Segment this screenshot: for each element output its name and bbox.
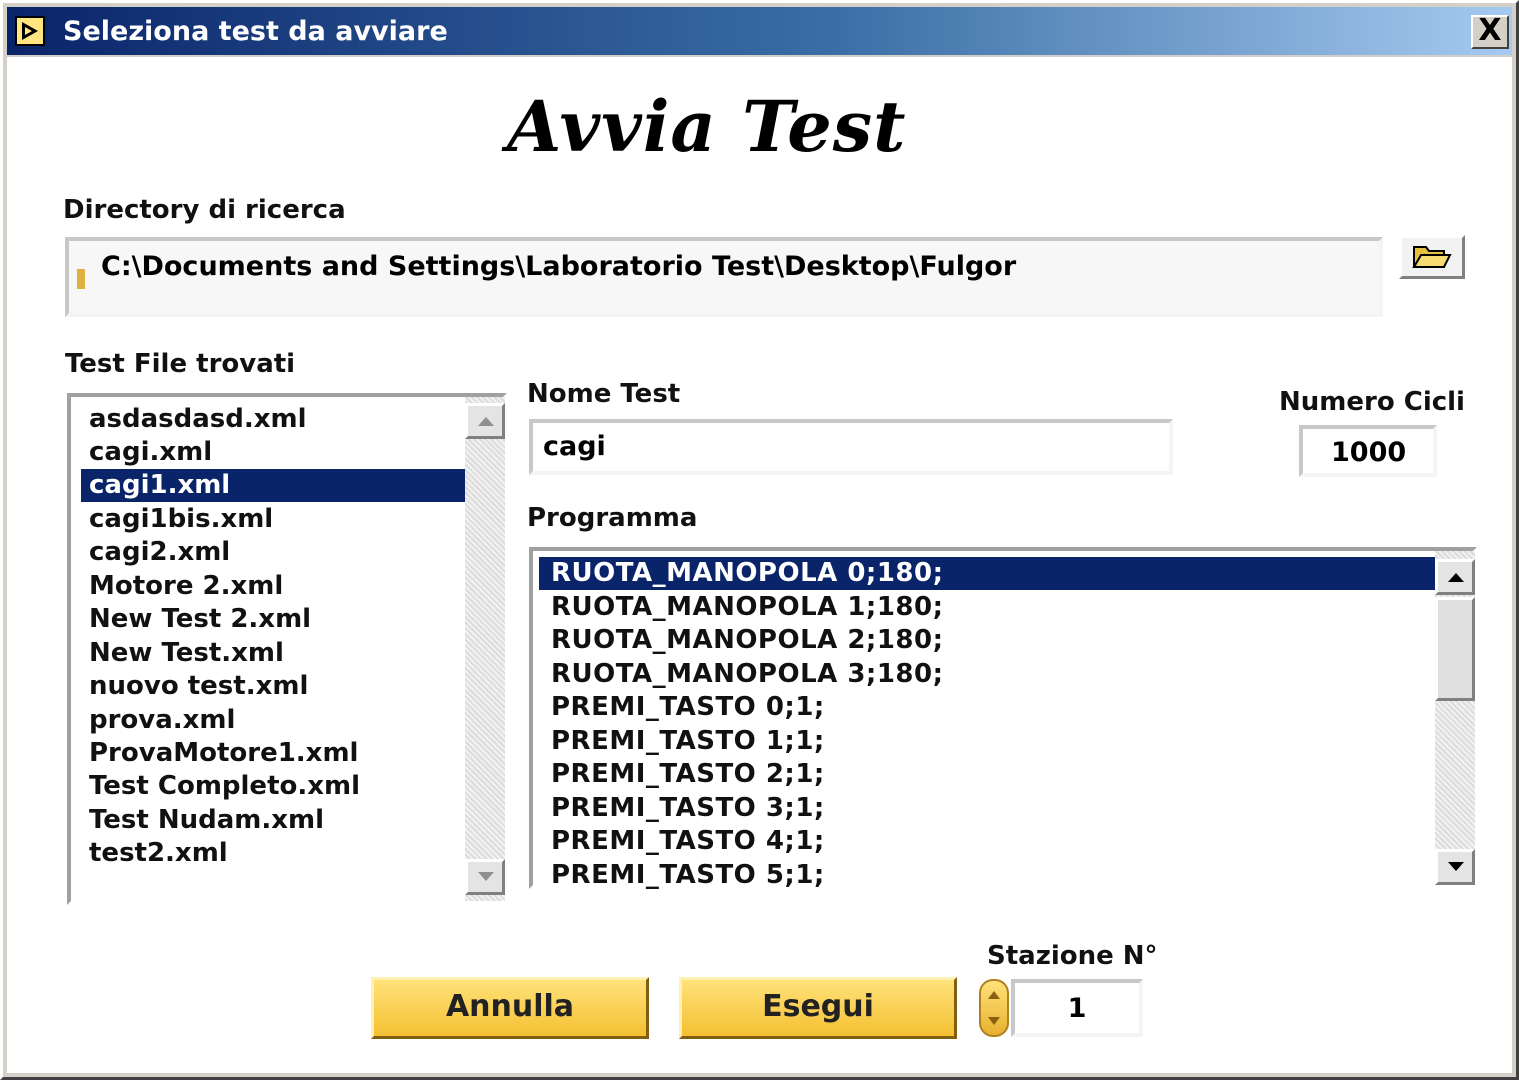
file-list-scrollbar[interactable] <box>465 397 505 901</box>
stazione-value: 1 <box>1067 993 1087 1024</box>
program-step[interactable]: RUOTA_MANOPOLA 3;180; <box>539 658 1435 691</box>
browse-folder-button[interactable] <box>1399 235 1465 279</box>
directory-path-field[interactable]: C:\Documents and Settings\Laboratorio Te… <box>65 237 1383 317</box>
program-step[interactable]: PREMI_TASTO 0;1; <box>539 691 1435 724</box>
scroll-thumb[interactable] <box>1435 597 1475 701</box>
list-item[interactable]: New Test 2.xml <box>81 603 467 636</box>
arrow-up-icon <box>1448 573 1464 582</box>
program-step[interactable]: PREMI_TASTO 4;1; <box>539 825 1435 858</box>
program-step[interactable]: PREMI_TASTO 3;1; <box>539 792 1435 825</box>
close-icon: X <box>1478 13 1502 48</box>
program-step-selected[interactable]: RUOTA_MANOPOLA 0;180; <box>539 557 1435 590</box>
stazione-label: Stazione N° <box>987 941 1158 971</box>
list-item[interactable]: cagi2.xml <box>81 536 467 569</box>
stazione-spinner[interactable] <box>979 979 1009 1037</box>
list-item[interactable]: Motore 2.xml <box>81 570 467 603</box>
numero-cicli-label: Numero Cicli <box>1279 387 1465 417</box>
programma-label: Programma <box>527 503 698 533</box>
program-step[interactable]: PREMI_TASTO 5;1; <box>539 859 1435 892</box>
arrow-down-icon <box>1448 862 1464 871</box>
scroll-up-button[interactable] <box>1435 559 1475 595</box>
scroll-down-button[interactable] <box>465 859 505 895</box>
list-item[interactable]: New Test.xml <box>81 637 467 670</box>
folder-open-icon <box>1412 246 1452 268</box>
nome-test-value: cagi <box>543 431 606 462</box>
numero-cicli-value: 1000 <box>1331 437 1407 468</box>
list-item[interactable]: test2.xml <box>81 837 467 870</box>
page-title: Avvia Test <box>507 85 907 168</box>
title-bar[interactable]: Seleziona test da avviare X <box>7 7 1512 55</box>
nome-test-label: Nome Test <box>527 379 681 409</box>
window-title: Seleziona test da avviare <box>63 16 448 47</box>
dialog-content: Avvia Test Directory di ricerca C:\Docum… <box>7 57 1512 1073</box>
arrow-up-icon <box>478 417 494 426</box>
programma-list[interactable]: RUOTA_MANOPOLA 0;180; RUOTA_MANOPOLA 1;1… <box>529 547 1477 892</box>
program-step[interactable]: PREMI_TASTO 2;1; <box>539 758 1435 791</box>
list-item[interactable]: Test Completo.xml <box>81 770 467 803</box>
decrement-arrow-icon <box>988 1017 1000 1025</box>
scroll-up-button[interactable] <box>465 403 505 439</box>
close-button[interactable]: X <box>1471 15 1509 49</box>
programma-scrollbar[interactable] <box>1435 551 1475 885</box>
list-item[interactable]: asdasdasd.xml <box>81 403 467 436</box>
nome-test-input[interactable]: cagi <box>529 419 1173 475</box>
stazione-input[interactable]: 1 <box>1011 979 1143 1037</box>
annulla-button[interactable]: Annulla <box>371 977 649 1039</box>
program-step[interactable]: RUOTA_MANOPOLA 2;180; <box>539 624 1435 657</box>
program-step[interactable]: RUOTA_MANOPOLA 1;180; <box>539 591 1435 624</box>
directory-label: Directory di ricerca <box>63 195 346 225</box>
program-step[interactable]: PREMI_TASTO 1;1; <box>539 725 1435 758</box>
path-cursor-icon <box>77 269 85 289</box>
list-item[interactable]: Test Nudam.xml <box>81 804 467 837</box>
files-label: Test File trovati <box>65 349 296 379</box>
esegui-button[interactable]: Esegui <box>679 977 957 1039</box>
list-item[interactable]: cagi.xml <box>81 436 467 469</box>
directory-path-value: C:\Documents and Settings\Laboratorio Te… <box>101 251 1017 282</box>
dialog-window: Seleziona test da avviare X Avvia Test D… <box>0 0 1519 1080</box>
scroll-down-button[interactable] <box>1435 849 1475 885</box>
app-icon <box>15 16 45 46</box>
list-item-selected[interactable]: cagi1.xml <box>81 469 467 502</box>
arrow-down-icon <box>478 872 494 881</box>
list-item[interactable]: nuovo test.xml <box>81 670 467 703</box>
list-item[interactable]: ProvaMotore1.xml <box>81 737 467 770</box>
list-item[interactable]: cagi1bis.xml <box>81 503 467 536</box>
test-file-list[interactable]: asdasdasd.xml cagi.xml cagi1.xml cagi1bi… <box>67 393 507 905</box>
numero-cicli-input[interactable]: 1000 <box>1299 425 1437 477</box>
list-item[interactable]: prova.xml <box>81 704 467 737</box>
increment-arrow-icon <box>988 991 1000 999</box>
